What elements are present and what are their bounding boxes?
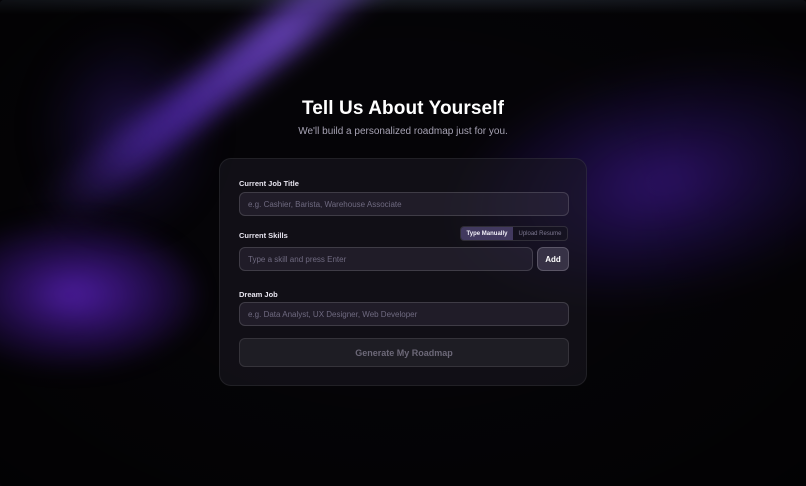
page-subtitle: We'll build a personalized roadmap just … [298, 126, 508, 137]
job-title-input[interactable] [248, 199, 560, 209]
dream-job-input[interactable] [248, 309, 560, 319]
add-skill-button[interactable]: Add [537, 247, 569, 271]
dream-job-label: Dream Job [239, 290, 278, 299]
page-header: Tell Us About Yourself We'll build a per… [0, 98, 806, 137]
skills-input[interactable] [248, 254, 524, 264]
job-title-label: Current Job Title [239, 179, 299, 188]
type-manually-tab[interactable]: Type Manually [461, 227, 513, 240]
dream-job-field[interactable] [239, 302, 569, 326]
upload-resume-tab[interactable]: Upload Resume [513, 227, 567, 240]
job-title-field[interactable] [239, 192, 569, 216]
page: Tell Us About Yourself We'll build a per… [0, 0, 806, 486]
skills-label: Current Skills [239, 231, 288, 240]
profile-form-card: Current Job Title Current Skills Type Ma… [219, 158, 587, 386]
skills-field[interactable] [239, 247, 533, 271]
page-title: Tell Us About Yourself [301, 98, 505, 119]
generate-roadmap-button[interactable]: Generate My Roadmap [239, 338, 569, 367]
skills-mode-toggle: Type Manually Upload Resume [460, 226, 568, 241]
